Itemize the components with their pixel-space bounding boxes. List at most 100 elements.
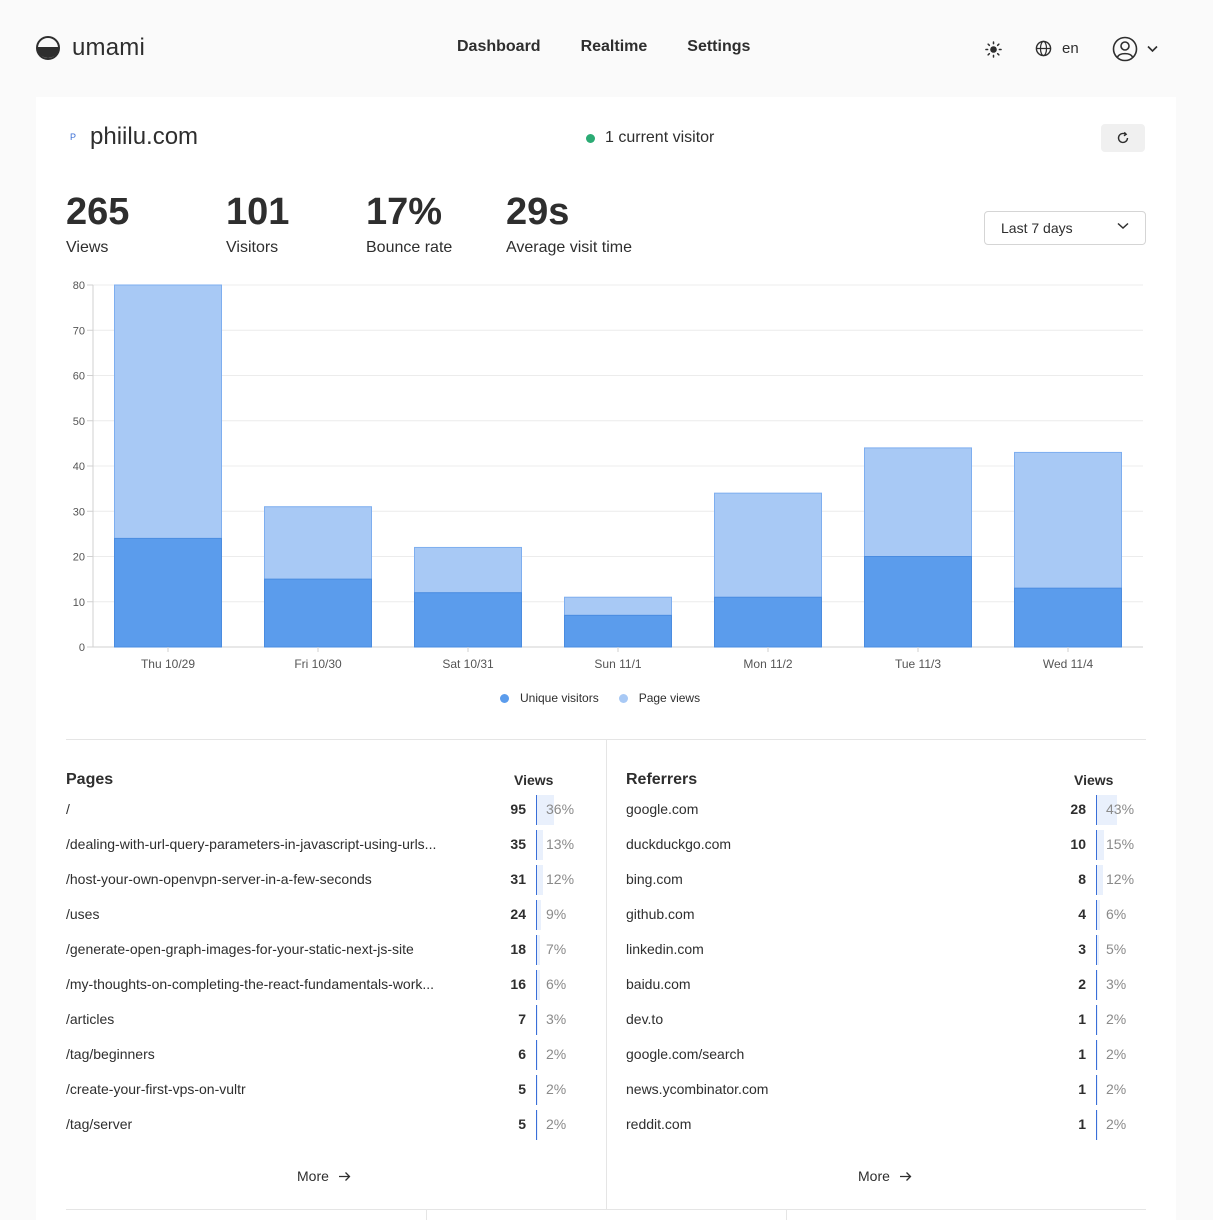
legend-swatch — [500, 693, 509, 703]
table-row: github.com 4 6% — [626, 898, 1136, 933]
row-label[interactable]: /tag/beginners — [66, 1046, 478, 1062]
x-tick-label: Tue 11/3 — [895, 657, 941, 671]
row-percent: 43% — [1106, 801, 1135, 817]
legend-label: Unique visitors — [520, 691, 599, 705]
nav-dashboard[interactable]: Dashboard — [457, 38, 541, 56]
row-percent-fill — [537, 935, 541, 965]
row-value: 7 — [518, 1011, 526, 1027]
table-row: /dealing-with-url-query-parameters-in-ja… — [66, 828, 576, 863]
row-value: 1 — [1078, 1046, 1086, 1062]
nav-realtime[interactable]: Realtime — [581, 38, 648, 56]
pages-rows: / 95 36% /dealing-with-url-query-parameters… — [66, 793, 576, 1143]
row-label[interactable]: dev.to — [626, 1011, 1006, 1027]
user-icon[interactable] — [1112, 36, 1138, 62]
logo[interactable]: umami — [36, 34, 145, 62]
row-percent-fill — [1097, 935, 1100, 965]
row-label[interactable]: /host-your-own-openvpn-server-in-a-few-s… — [66, 871, 478, 887]
pageviews-chart: 0 10 20 30 40 50 60 70 80 Thu 10/29 Fri 10/30 Sat 1… — [73, 280, 1143, 671]
legend-label: Page views — [638, 691, 701, 705]
row-label[interactable]: /dealing-with-url-query-parameters-in-ja… — [66, 836, 478, 852]
row-value: 1 — [1078, 1081, 1086, 1097]
column-divider — [786, 1209, 787, 1220]
row-label[interactable]: reddit.com — [626, 1116, 1006, 1132]
legend-swatch — [618, 693, 628, 703]
table-header: Referrers Views — [626, 769, 1136, 793]
row-value: 1 — [1078, 1116, 1086, 1132]
column-header-views: Views — [1074, 772, 1114, 788]
y-tick-label: 50 — [73, 416, 85, 428]
row-percent-bar: 2% — [1096, 1040, 1142, 1070]
y-tick-label: 10 — [73, 597, 85, 609]
row-percent: 12% — [546, 871, 575, 887]
row-percent: 12% — [1106, 871, 1135, 887]
bar-unique-visitors — [414, 592, 522, 648]
row-percent: 36% — [546, 801, 575, 817]
row-label[interactable]: /uses — [66, 906, 478, 922]
row-percent: 6% — [1106, 906, 1127, 922]
row-label[interactable]: github.com — [626, 906, 1006, 922]
row-percent-fill — [537, 1005, 539, 1035]
table-row: linkedin.com 3 5% — [626, 933, 1136, 968]
bar-unique-visitors — [1014, 587, 1122, 648]
sun-icon[interactable] — [985, 41, 1002, 58]
row-label[interactable]: news.ycombinator.com — [626, 1081, 1006, 1097]
row-label[interactable]: duckduckgo.com — [626, 836, 1006, 852]
legend-page-views[interactable]: Page views — [618, 691, 701, 705]
row-percent-bar: 6% — [536, 970, 582, 1000]
bar-unique-visitors — [264, 578, 372, 648]
row-value: 35 — [510, 836, 526, 852]
row-label[interactable]: /tag/server — [66, 1116, 478, 1132]
nav-settings[interactable]: Settings — [687, 38, 750, 56]
more-label: More — [297, 1168, 329, 1184]
row-label[interactable]: google.com — [626, 801, 1006, 817]
row-percent: 2% — [1106, 1046, 1127, 1062]
table-row: duckduckgo.com 10 15% — [626, 828, 1136, 863]
y-tick-label: 0 — [79, 642, 85, 654]
table-row: news.ycombinator.com 1 2% — [626, 1073, 1136, 1108]
row-label[interactable]: linkedin.com — [626, 941, 1006, 957]
row-value: 3 — [1078, 941, 1086, 957]
arrow-right-icon — [338, 1171, 351, 1181]
legend-unique-visitors[interactable]: Unique visitors — [500, 691, 599, 705]
referrers-more-button[interactable]: More — [858, 1168, 912, 1184]
row-percent: 2% — [1106, 1011, 1127, 1027]
table-row: /my-thoughts-on-completing-the-react-fun… — [66, 968, 576, 1003]
more-label: More — [858, 1168, 890, 1184]
chevron-down-icon[interactable] — [1147, 45, 1158, 53]
column-divider — [426, 1209, 427, 1220]
row-label[interactable]: / — [66, 801, 478, 817]
row-value: 8 — [1078, 871, 1086, 887]
row-label[interactable]: /create-your-first-vps-on-vultr — [66, 1081, 478, 1097]
row-label[interactable]: google.com/search — [626, 1046, 1006, 1062]
row-percent: 13% — [546, 836, 575, 852]
row-percent-fill — [1097, 1110, 1098, 1140]
row-percent-bar: 2% — [1096, 1005, 1142, 1035]
referrers-rows: google.com 2 8 43% duckduckgo.com 10 15% bing.c… — [626, 793, 1136, 1143]
row-value: 18 — [510, 941, 526, 957]
row-label[interactable]: /my-thoughts-on-completing-the-react-fun… — [66, 976, 478, 992]
row-label[interactable]: baidu.com — [626, 976, 1006, 992]
row-percent-bar: 2% — [536, 1110, 582, 1140]
table-row: /host-your-own-openvpn-server-in-a-few-s… — [66, 863, 576, 898]
row-value: 2 — [1078, 976, 1086, 992]
row-label[interactable]: /articles — [66, 1011, 478, 1027]
row-label[interactable]: /generate-open-graph-images-for-your-sta… — [66, 941, 478, 957]
column-header-views: Views — [514, 772, 554, 788]
globe-icon[interactable] — [1035, 40, 1052, 57]
row-percent-fill — [537, 900, 542, 930]
bar-unique-visitors — [114, 537, 222, 648]
row-label[interactable]: bing.com — [626, 871, 1006, 887]
table-row: /uses 24 9% — [66, 898, 576, 933]
y-tick-label: 60 — [73, 371, 85, 383]
language-selector[interactable]: en — [1062, 40, 1079, 57]
table-row: / 95 36% — [66, 793, 576, 828]
pages-more-button[interactable]: More — [297, 1168, 351, 1184]
row-percent: 7% — [546, 941, 567, 957]
row-percent: 2% — [1106, 1081, 1127, 1097]
row-percent: 2% — [1106, 1116, 1127, 1132]
row-percent-bar: 7% — [536, 935, 582, 965]
row-percent-fill — [1097, 900, 1100, 930]
row-percent-bar: 2% — [536, 1075, 582, 1105]
row-percent-fill — [537, 1040, 538, 1070]
x-tick-label: Sun 11/1 — [594, 657, 641, 671]
